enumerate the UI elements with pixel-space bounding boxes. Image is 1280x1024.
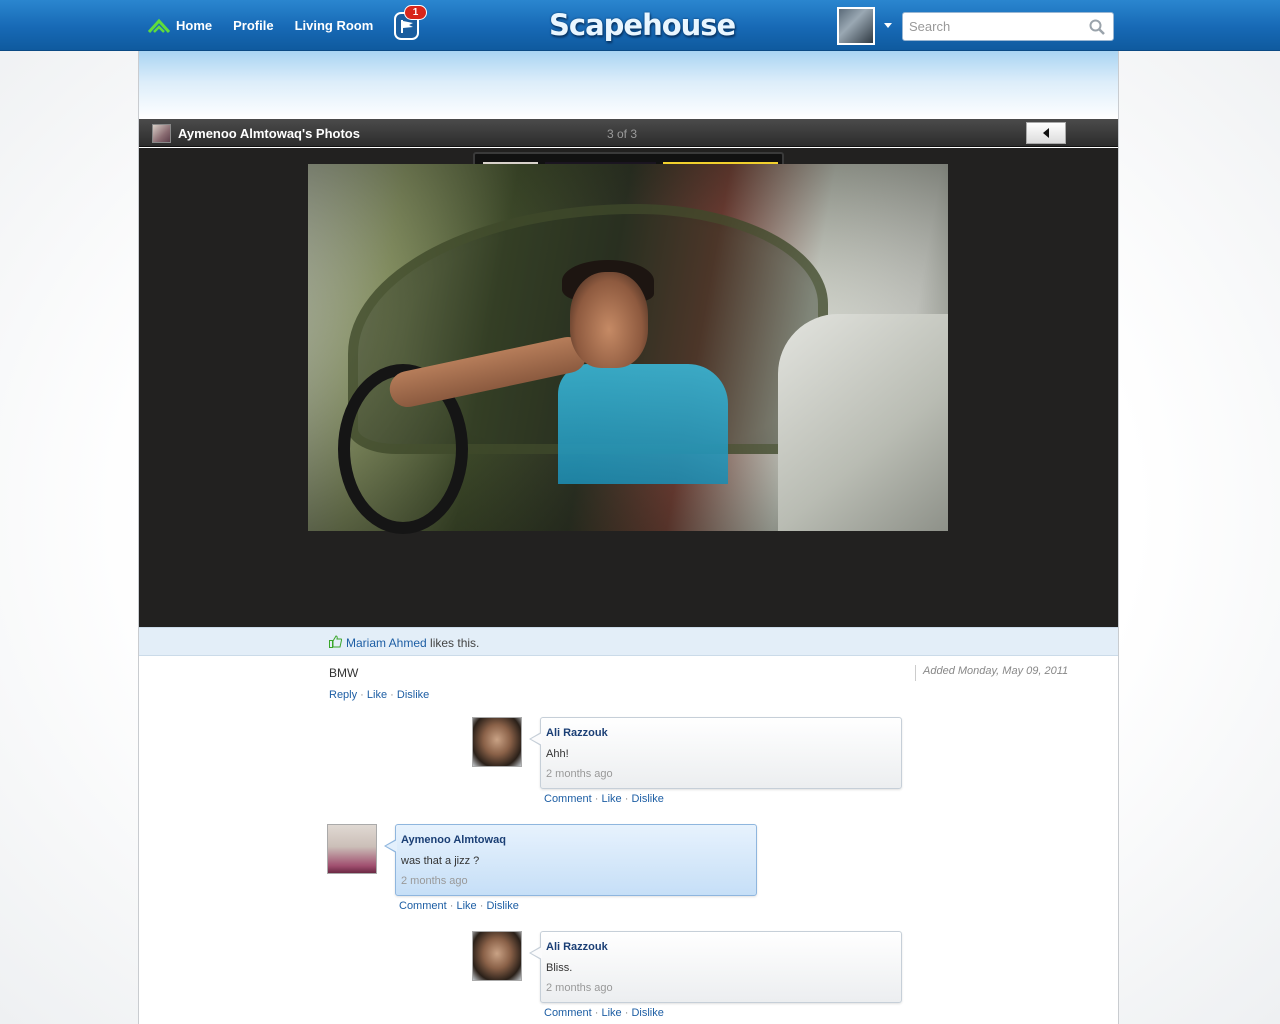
photo-counter: 3 of 3 [607, 127, 638, 141]
dislike-link[interactable]: Dislike [631, 1007, 663, 1019]
commenter-avatar[interactable] [327, 824, 377, 874]
chevron-down-icon[interactable] [884, 23, 892, 28]
page-container: Aymenoo Almtowaq's Photos 3 of 3 Mariam … [138, 51, 1119, 1024]
likes-bar: Mariam Ahmed likes this. [139, 627, 1118, 656]
separator: · [476, 900, 487, 912]
comment-actions: Comment · Like · Dislike [399, 900, 519, 912]
dislike-link[interactable]: Dislike [486, 900, 518, 912]
comment-link[interactable]: Comment [544, 1007, 592, 1019]
separator: · [591, 1007, 602, 1019]
photo-shirt [558, 364, 728, 484]
photo-actions: Reply · Like · Dislike [329, 689, 429, 701]
photo-added-date: Added Monday, May 09, 2011 [915, 665, 1068, 681]
search-icon[interactable] [1089, 19, 1105, 35]
comment-time: 2 months ago [546, 982, 613, 994]
photo-caption: BMW [329, 666, 359, 680]
liker-name-link[interactable]: Mariam Ahmed [346, 636, 427, 650]
main-nav: Home Profile Living Room [148, 0, 394, 51]
dislike-link[interactable]: Dislike [397, 689, 429, 701]
likes-suffix: likes this. [426, 636, 480, 650]
comment-actions: Comment · Like · Dislike [544, 1007, 664, 1019]
arrow-left-icon [1043, 128, 1049, 138]
search-box [902, 12, 1114, 41]
nav-home-label: Home [176, 18, 213, 33]
like-link[interactable]: Like [367, 689, 387, 701]
site-logo[interactable]: Scapehouse [549, 6, 736, 44]
nav-living-room[interactable]: Living Room [295, 18, 374, 33]
separator: · [357, 689, 367, 701]
commenter-avatar[interactable] [472, 717, 522, 767]
profile-banner [139, 51, 1118, 119]
user-avatar[interactable] [837, 7, 875, 45]
separator: · [591, 793, 602, 805]
photo-head [570, 272, 648, 368]
commenter-avatar[interactable] [472, 931, 522, 981]
comment-link[interactable]: Comment [399, 900, 447, 912]
dislike-link[interactable]: Dislike [631, 793, 663, 805]
comment-time: 2 months ago [401, 875, 468, 887]
comment-bubble: Ali Razzouk Ahh! 2 months ago [529, 717, 902, 789]
comment-author[interactable]: Aymenoo Almtowaq [401, 834, 506, 846]
likes-text: Mariam Ahmed likes this. [329, 636, 479, 650]
separator: · [621, 793, 632, 805]
separator: · [387, 689, 397, 701]
photo-viewer [139, 148, 1118, 627]
comment-bubble: Aymenoo Almtowaq was that a jizz ? 2 mon… [384, 824, 757, 896]
comment-bubble: Ali Razzouk Bliss. 2 months ago [529, 931, 902, 1003]
comment-author[interactable]: Ali Razzouk [546, 941, 608, 953]
top-navigation-bar: Home Profile Living Room 1 Scapehouse [0, 0, 1280, 51]
separator: · [446, 900, 457, 912]
home-icon [148, 18, 170, 33]
like-link[interactable]: Like [601, 793, 621, 805]
reply-link[interactable]: Reply [329, 689, 357, 701]
comment-text: Bliss. [546, 962, 573, 974]
nav-home[interactable]: Home [148, 18, 212, 34]
comment-text: Ahh! [546, 748, 569, 760]
album-owner-avatar[interactable] [152, 124, 171, 143]
separator: · [621, 1007, 632, 1019]
main-photo[interactable] [308, 164, 948, 534]
previous-photo-button[interactable] [1026, 122, 1066, 144]
album-title[interactable]: Aymenoo Almtowaq's Photos [178, 126, 360, 141]
like-link[interactable]: Like [456, 900, 476, 912]
like-link[interactable]: Like [601, 1007, 621, 1019]
photo-car-door [778, 314, 948, 531]
notification-badge: 1 [404, 5, 427, 20]
nav-profile[interactable]: Profile [233, 18, 273, 33]
flag-icon [400, 19, 413, 33]
comment-time: 2 months ago [546, 768, 613, 780]
comment-link[interactable]: Comment [544, 793, 592, 805]
comment-author[interactable]: Ali Razzouk [546, 727, 608, 739]
comment-actions: Comment · Like · Dislike [544, 793, 664, 805]
search-input[interactable] [903, 13, 1083, 40]
album-header: Aymenoo Almtowaq's Photos 3 of 3 [139, 119, 1118, 147]
comment-text: was that a jizz ? [401, 855, 480, 867]
